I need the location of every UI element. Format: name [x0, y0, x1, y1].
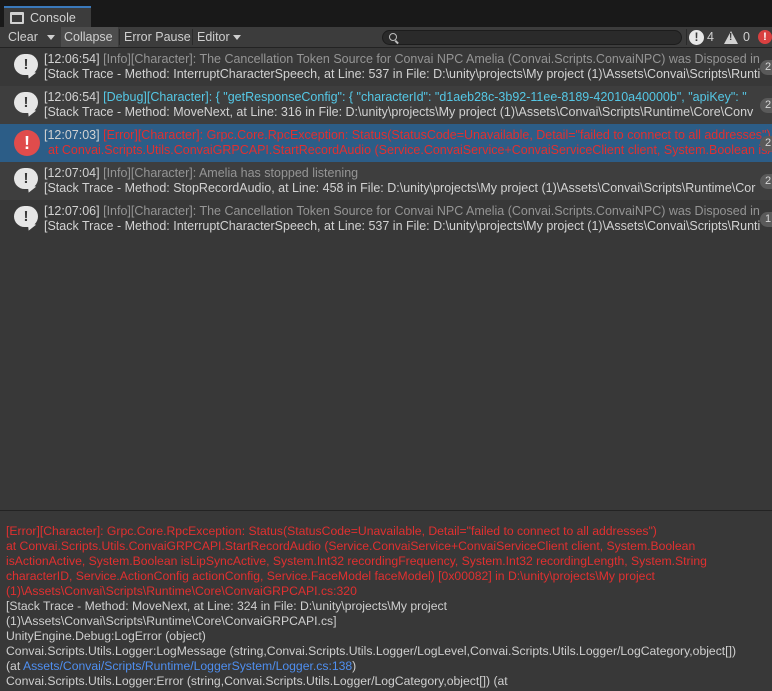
detail-line: (1)\Assets\Convai\Scripts\Runtime\Core\C… — [6, 584, 357, 598]
detail-line: [Stack Trace - Method: MoveNext, at Line… — [6, 599, 447, 613]
collapse-count-badge: 2 — [760, 98, 772, 113]
error-pause-label: Error Pause — [124, 30, 191, 44]
log-message: [Error][Character]: Grpc.Core.RpcExcepti… — [103, 128, 771, 142]
log-entry[interactable]: ! [12:07:04] [Info][Character]: Amelia h… — [0, 162, 772, 200]
detail-line: [Error][Character]: Grpc.Core.RpcExcepti… — [6, 524, 657, 538]
tab-console-label: Console — [30, 10, 76, 25]
log-entry[interactable]: ! [12:06:54] [Info][Character]: The Canc… — [0, 48, 772, 86]
info-bubble-icon: ! — [14, 92, 40, 118]
warning-count: 0 — [743, 30, 750, 44]
clear-options-dropdown[interactable] — [42, 27, 60, 47]
editor-dropdown[interactable]: Editor — [197, 27, 241, 47]
collapse-toggle[interactable]: Collapse — [61, 27, 118, 47]
log-entry[interactable]: ! [12:06:54] [Debug][Character]: { "getR… — [0, 86, 772, 124]
info-bubble-icon: ! — [14, 168, 40, 194]
clear-button[interactable]: Clear — [8, 27, 38, 47]
chevron-down-icon — [47, 34, 55, 40]
detail-line-with-link: (at Assets/Convai/Scripts/Runtime/Logger… — [6, 659, 356, 674]
info-count-toggle[interactable]: ! 4 — [689, 27, 714, 47]
detail-at-suffix: ) — [352, 659, 357, 673]
warning-icon — [724, 30, 738, 44]
detail-line: Convai.Scripts.Utils.Logger:LogMessage (… — [6, 644, 737, 658]
log-entry-line1: [12:06:54] [Debug][Character]: { "getRes… — [44, 90, 747, 104]
detail-at-prefix: (at — [6, 659, 23, 673]
detail-line: isActionActive, System.Boolean isLipSync… — [6, 554, 707, 568]
detail-line: Convai.Scripts.Utils.Logger:Error (strin… — [6, 674, 508, 688]
tab-bar: Console — [0, 0, 772, 27]
chevron-down-icon — [232, 34, 241, 40]
error-count-toggle[interactable]: ! — [758, 27, 772, 47]
divider — [119, 29, 120, 45]
log-timestamp: [12:06:54] — [44, 90, 100, 104]
collapse-label: Collapse — [64, 30, 113, 44]
divider — [192, 29, 193, 45]
log-trace: [Stack Trace - Method: InterruptCharacte… — [44, 67, 761, 81]
tab-console[interactable]: Console — [4, 6, 91, 27]
info-bubble-icon: ! — [14, 206, 40, 232]
log-entry-line1: [12:07:06] [Info][Character]: The Cancel… — [44, 204, 760, 218]
log-entry-line1: [12:06:54] [Info][Character]: The Cancel… — [44, 52, 760, 66]
collapse-count-badge: 2 — [760, 60, 772, 75]
warning-count-toggle[interactable]: 0 — [724, 27, 750, 47]
log-timestamp: [12:07:06] — [44, 204, 100, 218]
log-message: [Info][Character]: The Cancellation Toke… — [103, 52, 760, 66]
detail-line: (1)\Assets\Convai\Scripts\Runtime\Core\C… — [6, 614, 337, 628]
log-timestamp: [12:07:04] — [44, 166, 100, 180]
editor-dropdown-label: Editor — [197, 30, 230, 44]
error-icon: ! — [758, 30, 772, 44]
search-icon — [389, 33, 397, 41]
info-count: 4 — [707, 30, 714, 44]
console-icon — [10, 11, 24, 24]
log-timestamp: [12:06:54] — [44, 52, 100, 66]
error-icon: ! — [14, 130, 40, 156]
log-entry[interactable]: ! [12:07:06] [Info][Character]: The Canc… — [0, 200, 772, 238]
stack-trace-detail[interactable]: [Error][Character]: Grpc.Core.RpcExcepti… — [0, 522, 772, 691]
info-bubble-icon: ! — [14, 54, 40, 80]
search-input[interactable] — [382, 30, 682, 45]
divider — [686, 29, 687, 45]
log-trace: at Convai.Scripts.Utils.ConvaiGRPCAPI.St… — [48, 143, 772, 157]
log-entry-line1: [12:07:04] [Info][Character]: Amelia has… — [44, 166, 358, 180]
log-message: [Info][Character]: Amelia has stopped li… — [103, 166, 359, 180]
error-pause-toggle[interactable]: Error Pause — [124, 27, 191, 47]
info-icon: ! — [689, 29, 704, 45]
log-timestamp: [12:07:03] — [44, 128, 100, 142]
source-file-link[interactable]: Assets/Convai/Scripts/Runtime/LoggerSyst… — [23, 659, 352, 673]
log-trace: [Stack Trace - Method: MoveNext, at Line… — [44, 105, 754, 119]
detail-line: at Convai.Scripts.Utils.ConvaiGRPCAPI.St… — [6, 539, 696, 553]
detail-line: characterID, Service.ActionConfig action… — [6, 569, 655, 583]
collapse-count-badge: 1 — [760, 212, 772, 227]
log-message: [Debug][Character]: { "getResponseConfig… — [103, 90, 747, 104]
log-list[interactable]: ! [12:06:54] [Info][Character]: The Canc… — [0, 48, 772, 510]
log-trace: [Stack Trace - Method: StopRecordAudio, … — [44, 181, 756, 195]
clear-button-label: Clear — [8, 30, 38, 44]
detail-line: UnityEngine.Debug:LogError (object) — [6, 629, 206, 643]
collapse-count-badge: 2 — [760, 174, 772, 189]
log-message: [Info][Character]: The Cancellation Toke… — [103, 204, 760, 218]
log-entry-selected[interactable]: ! [12:07:03] [Error][Character]: Grpc.Co… — [0, 124, 772, 162]
log-entry-line1: [12:07:03] [Error][Character]: Grpc.Core… — [44, 128, 771, 142]
console-toolbar: Clear Collapse Error Pause Editor ! 4 0 … — [0, 27, 772, 48]
collapse-count-badge: 2 — [760, 136, 772, 151]
log-trace: [Stack Trace - Method: InterruptCharacte… — [44, 219, 761, 233]
